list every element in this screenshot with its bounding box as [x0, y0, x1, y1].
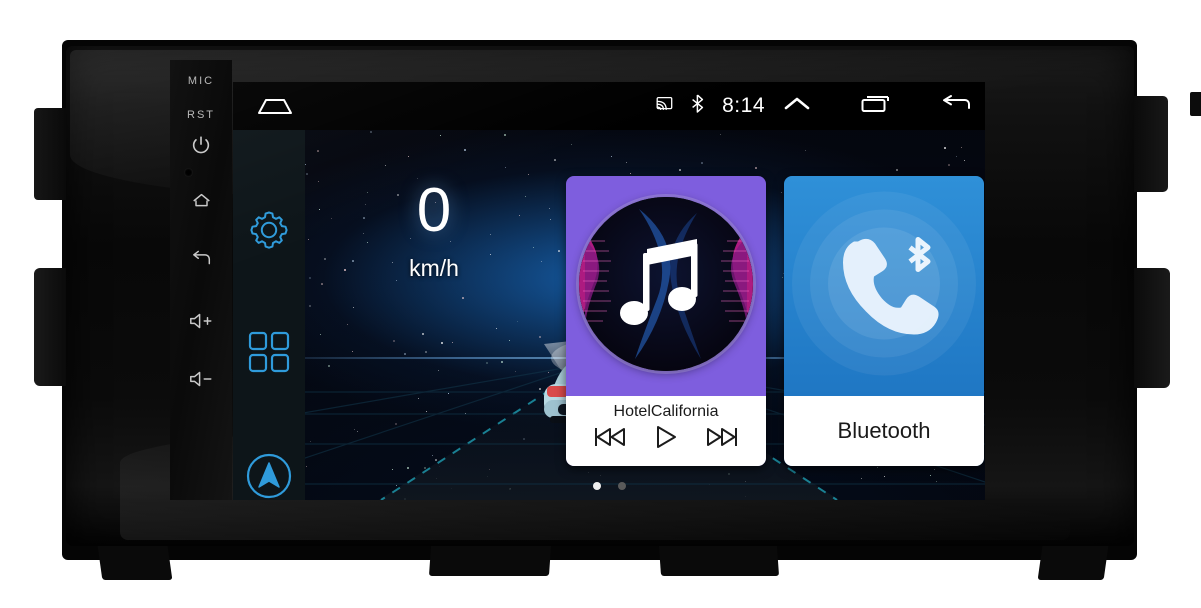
sidebar-item-apps[interactable]: [247, 330, 291, 379]
page-dot-active[interactable]: [592, 482, 601, 490]
sidebar-item-settings[interactable]: [247, 208, 291, 257]
music-controls: [566, 424, 766, 450]
status-home-icon[interactable]: [257, 94, 293, 121]
track-title: HotelCalifornia: [613, 403, 719, 420]
speed-value: 0: [416, 176, 452, 245]
status-bar: 8:14: [233, 82, 985, 130]
mic-label-text: MIC: [187, 75, 215, 87]
page-dot[interactable]: [617, 482, 626, 490]
cast-icon: [656, 96, 673, 116]
recents-icon[interactable]: [861, 94, 891, 119]
bluetooth-status-icon: [691, 94, 704, 118]
back-key[interactable]: [170, 242, 232, 276]
home-key[interactable]: [170, 184, 232, 218]
bluetooth-widget-icon-area: [784, 176, 984, 396]
bluetooth-label: Bluetooth: [837, 418, 931, 443]
navigation-arrow-icon: [245, 453, 293, 500]
home-icon: [190, 190, 213, 212]
speed-unit: km/h: [409, 255, 459, 281]
sidebar-item-navigation[interactable]: [245, 452, 293, 500]
album-art: [579, 197, 753, 371]
status-indicators: 8:14: [656, 82, 971, 130]
volume-up-key[interactable]: [170, 304, 232, 338]
volume-up-icon: [188, 311, 214, 331]
touchscreen-display[interactable]: 8:14 0 km/h HotelCalifornia Bluetooth: [233, 82, 985, 500]
gear-icon: [247, 211, 291, 256]
next-track-button[interactable]: [705, 425, 739, 449]
bluetooth-widget[interactable]: Bluetooth: [784, 176, 984, 466]
apps-grid-icon: [247, 331, 291, 378]
app-dock: [233, 130, 305, 500]
bluetooth-phone-icon: [784, 184, 984, 389]
music-widget[interactable]: HotelCalifornia: [566, 176, 766, 466]
music-widget-footer: HotelCalifornia: [566, 396, 766, 466]
bluetooth-widget-footer: Bluetooth: [784, 396, 984, 466]
head-unit-product-photo: MIC RST 8:14 0 km/h HotelCalifornia Blue…: [0, 0, 1201, 608]
status-clock: 8:14: [722, 94, 765, 117]
volume-down-icon: [188, 369, 214, 389]
page-indicator: [233, 482, 985, 490]
back-arrow-icon[interactable]: [941, 94, 971, 119]
reset-label: RST: [170, 98, 232, 132]
mic-label: MIC: [170, 64, 232, 98]
hardware-button-column: MIC RST: [170, 60, 232, 500]
power-key[interactable]: [170, 128, 232, 162]
speed-widget[interactable]: 0 km/h: [305, 130, 563, 500]
play-button[interactable]: [653, 424, 679, 450]
previous-track-button[interactable]: [593, 425, 627, 449]
power-icon: [190, 134, 212, 156]
music-widget-art-area: [566, 176, 766, 396]
reset-label-text: RST: [187, 109, 215, 121]
reset-pinhole[interactable]: [184, 168, 193, 177]
back-icon: [189, 249, 213, 269]
volume-down-key[interactable]: [170, 362, 232, 396]
chevron-up-icon[interactable]: [783, 94, 811, 119]
